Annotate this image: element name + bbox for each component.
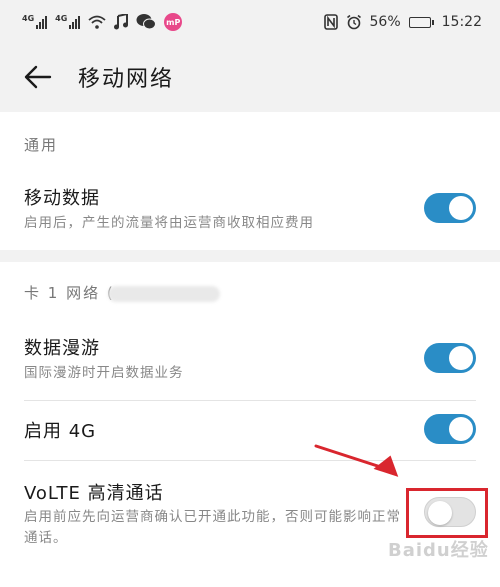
section-header-sim1: 卡 1 网络 ( <box>24 284 115 302</box>
page-title: 移动网络 <box>78 67 175 92</box>
annotation-highlight-box <box>406 488 488 538</box>
status-left: 4G 4G mP <box>22 13 183 31</box>
data-roaming-switch[interactable] <box>424 343 476 373</box>
music-icon <box>114 14 129 30</box>
switch-knob <box>449 417 473 441</box>
status-bar: 4G 4G mP 56% 15:22 <box>0 0 500 44</box>
app-bar: 移动网络 <box>0 44 500 110</box>
volte-title: VoLTE 高清通话 <box>24 483 164 504</box>
switch-knob <box>449 196 473 220</box>
annotation-arrow-icon <box>314 444 399 477</box>
alarm-icon <box>346 14 361 30</box>
wechat-icon <box>136 14 157 30</box>
mobile-data-switch[interactable] <box>424 193 476 223</box>
signal-sim1-icon: 4G <box>22 14 48 29</box>
section-header-general: 通用 <box>24 136 59 154</box>
mobile-data-subtitle: 启用后，产生的流量将由运营商收取相应费用 <box>24 215 314 231</box>
back-button[interactable] <box>18 57 58 97</box>
wifi-icon <box>88 15 106 29</box>
status-right: 56% 15:22 <box>323 14 482 30</box>
nfc-icon <box>323 14 338 30</box>
redacted-number <box>108 286 220 302</box>
arrow-left-icon <box>24 65 52 89</box>
general-section: 通用 移动数据 启用后，产生的流量将由运营商收取相应费用 <box>0 112 500 250</box>
battery-icon <box>408 16 434 28</box>
mp-app-icon: mP <box>164 13 183 31</box>
battery-percent: 56% <box>369 14 401 30</box>
mobile-data-row[interactable]: 移动数据 启用后，产生的流量将由运营商收取相应费用 <box>0 168 500 248</box>
volte-subtitle: 启用前应先向运营商确认已开通此功能，否则可能影响正常通话。 <box>24 509 401 546</box>
enable-4g-switch[interactable] <box>424 414 476 444</box>
network-type-label: 4G <box>55 14 68 23</box>
watermark: Baidu经验 <box>388 540 489 561</box>
data-roaming-row[interactable]: 数据漫游 国际漫游时开启数据业务 <box>0 318 500 398</box>
enable-4g-title: 启用 4G <box>24 421 97 442</box>
mobile-data-title: 移动数据 <box>24 188 100 209</box>
status-time: 15:22 <box>441 14 482 30</box>
signal-sim2-icon: 4G <box>55 14 81 29</box>
data-roaming-subtitle: 国际漫游时开启数据业务 <box>24 365 184 381</box>
switch-knob <box>449 346 473 370</box>
network-type-label: 4G <box>22 14 35 23</box>
data-roaming-title: 数据漫游 <box>24 338 100 359</box>
enable-4g-row[interactable]: 启用 4G <box>0 401 500 459</box>
